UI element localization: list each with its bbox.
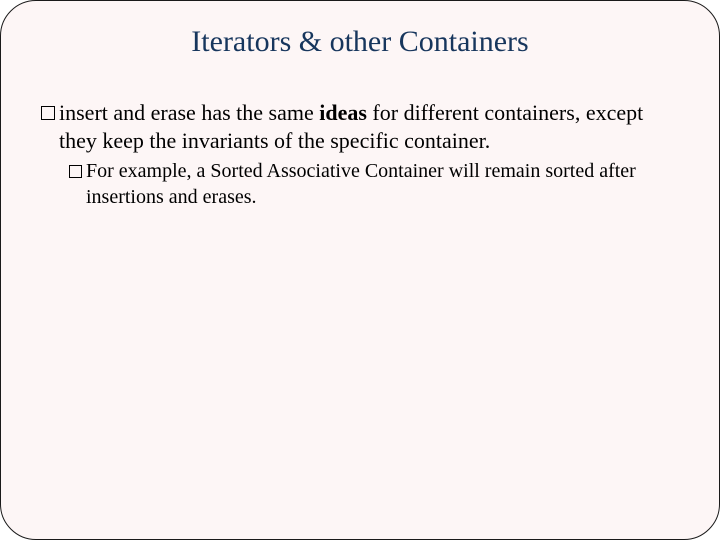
bullet-l1-pre: insert and erase has the same	[59, 100, 319, 125]
bullet-level2-text: For example, a Sorted Associative Contai…	[86, 159, 679, 210]
bullet-level2: For example, a Sorted Associative Contai…	[69, 159, 679, 210]
bullet-l1-bold: ideas	[319, 100, 367, 125]
bullet-level1: insert and erase has the same ideas for …	[41, 99, 679, 155]
square-bullet-icon	[69, 165, 82, 178]
slide-container: Iterators & other Containers insert and …	[0, 0, 720, 540]
slide-title: Iterators & other Containers	[41, 21, 679, 99]
square-bullet-icon	[41, 106, 55, 120]
bullet-level1-text: insert and erase has the same ideas for …	[59, 99, 679, 155]
